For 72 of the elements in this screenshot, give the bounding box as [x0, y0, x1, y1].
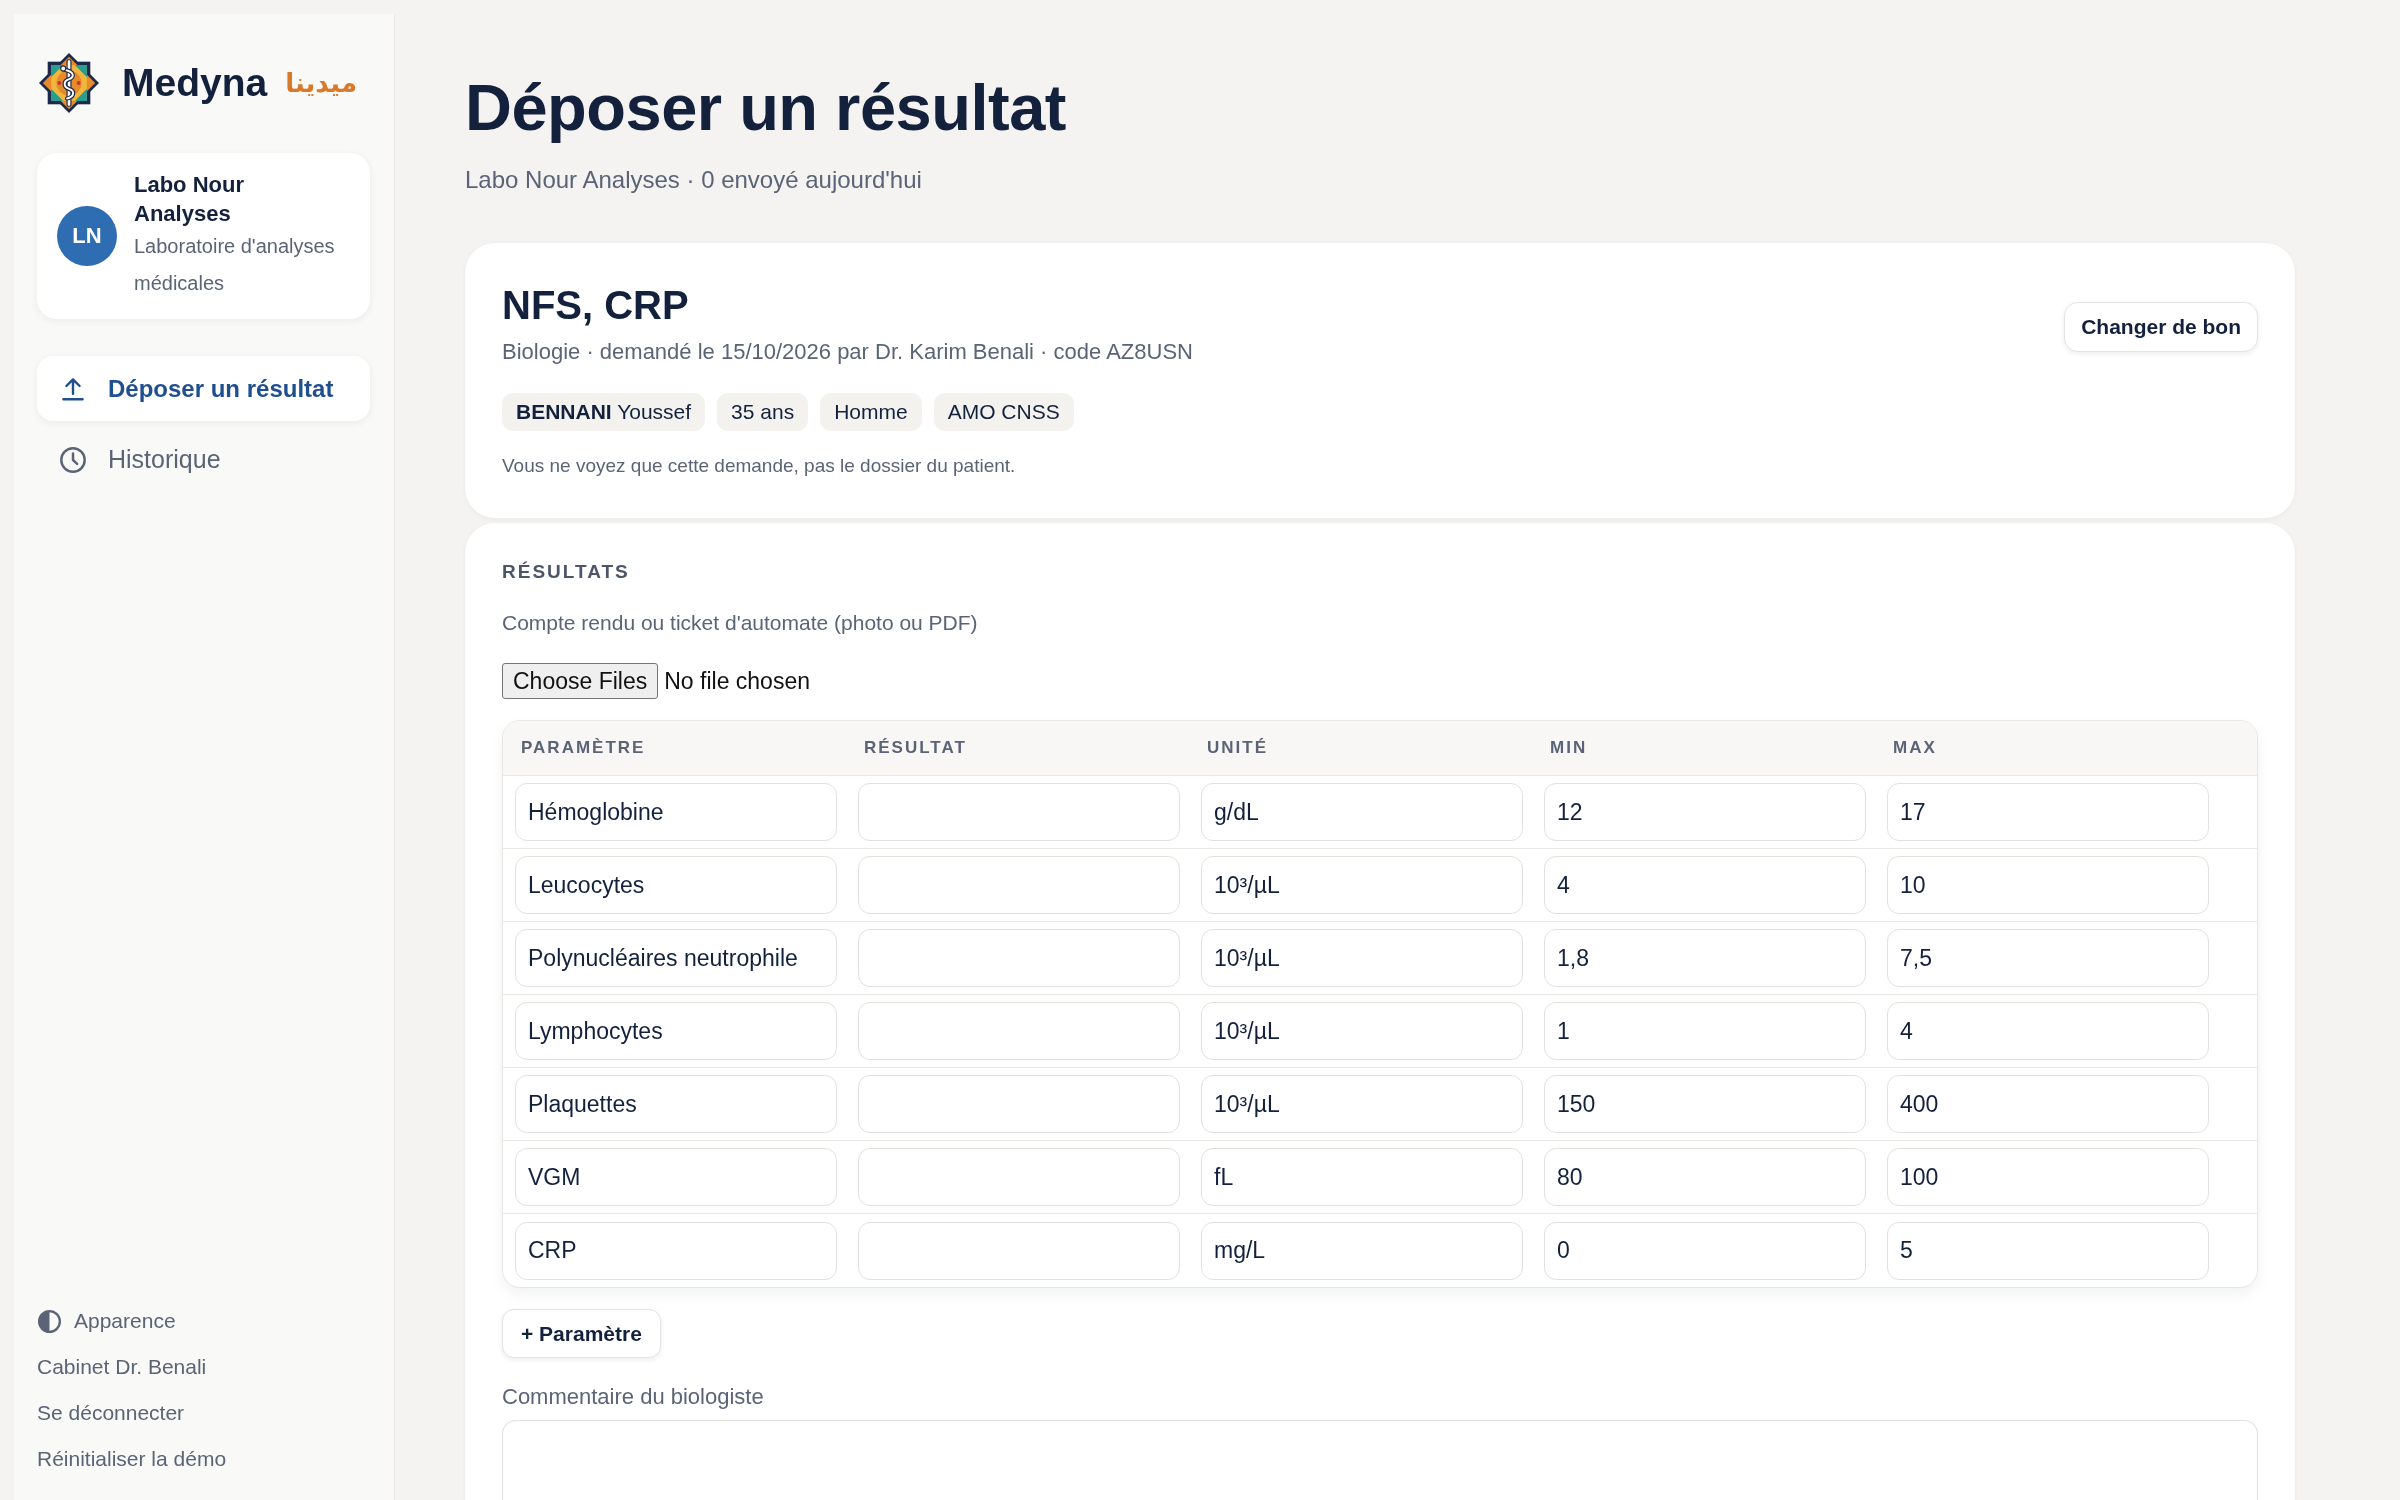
- min-input[interactable]: 12: [1544, 783, 1866, 841]
- max-input[interactable]: 10: [1887, 856, 2209, 914]
- unit-input[interactable]: mg/L: [1201, 1221, 1523, 1280]
- column-header: MAX: [1892, 738, 1937, 758]
- privacy-notice: Vous ne voyez que cette demande, pas le dossier du patient.: [502, 454, 1017, 478]
- min-input[interactable]: 150: [1544, 1075, 1866, 1133]
- result-input[interactable]: [858, 783, 1180, 841]
- max-input[interactable]: 7,5: [1887, 929, 2209, 987]
- result-input[interactable]: [858, 1075, 1180, 1133]
- nav-item[interactable]: Historique: [37, 427, 370, 492]
- min-input[interactable]: 1: [1544, 1002, 1866, 1060]
- unit-input[interactable]: g/dL: [1201, 783, 1523, 841]
- change-request-button[interactable]: Changer de bon: [2064, 302, 2258, 352]
- result-input[interactable]: [858, 1221, 1180, 1280]
- request-title: NFS, CRP: [502, 282, 690, 329]
- parameter-input[interactable]: Hémoglobine: [515, 783, 837, 841]
- upload-icon: [62, 376, 84, 401]
- column-header: UNITÉ: [1206, 738, 1268, 758]
- add-parameter-button[interactable]: + Paramètre: [502, 1309, 661, 1358]
- avatar: LN: [57, 206, 117, 266]
- column-header: RÉSULTAT: [863, 738, 967, 758]
- parameter-input[interactable]: Lymphocytes: [515, 1002, 837, 1060]
- parameter-input[interactable]: CRP: [515, 1221, 837, 1280]
- min-input[interactable]: 0: [1544, 1221, 1866, 1280]
- logo-icon: [38, 52, 100, 114]
- column-header: PARAMÈTRE: [520, 738, 646, 758]
- unit-input[interactable]: 10³/µL: [1201, 929, 1523, 987]
- comment-field[interactable]: [502, 1420, 2258, 1500]
- unit-input[interactable]: 10³/µL: [1201, 1002, 1523, 1060]
- parameter-input[interactable]: Polynucléaires neutrophile: [515, 929, 837, 987]
- min-input[interactable]: 1,8: [1544, 929, 1866, 987]
- page-title: Déposer un résultat: [465, 70, 1067, 146]
- clock-icon: [60, 446, 86, 473]
- column-header: MIN: [1549, 738, 1588, 758]
- unit-input[interactable]: 10³/µL: [1201, 1075, 1523, 1133]
- comment-label: Commentaire du biologiste: [502, 1384, 764, 1410]
- patient-info-tag: BENNANI Youssef: [502, 393, 706, 431]
- page-subtitle: Labo Nour Analyses · 0 envoyé aujourd'hui: [465, 165, 923, 195]
- max-input[interactable]: 5: [1887, 1221, 2209, 1280]
- choose-files-button[interactable]: Choose Files: [502, 663, 659, 699]
- account-name: Labo Nour Analyses: [134, 171, 245, 228]
- max-input[interactable]: 17: [1887, 783, 2209, 841]
- patient-info-tag: AMO CNSS: [933, 393, 1074, 431]
- max-input[interactable]: 4: [1887, 1002, 2209, 1060]
- max-input[interactable]: 100: [1887, 1148, 2209, 1206]
- parameter-input[interactable]: Plaquettes: [515, 1075, 837, 1133]
- contrast-icon: [38, 1309, 61, 1333]
- brand-name: Medyna: [122, 60, 268, 106]
- result-input[interactable]: [858, 1148, 1180, 1206]
- patient-info-tag: 35 ans: [717, 393, 809, 431]
- parameter-input[interactable]: Leucocytes: [515, 856, 837, 914]
- sidebar-link[interactable]: Réinitialiser la démo: [37, 1436, 227, 1482]
- request-details: Biologie · demandé le 15/10/2026 par Dr. Karim Benali · code AZ8USN: [502, 338, 1193, 366]
- attachment-label: Compte rendu ou ticket d'automate (photo ou PDF): [502, 610, 978, 636]
- account-description: Laboratoire d'analyses médicales: [134, 234, 336, 296]
- sidebar-link[interactable]: Se déconnecter: [37, 1390, 185, 1436]
- appearance-button[interactable]: Apparence: [37, 1298, 176, 1344]
- sidebar-link[interactable]: Cabinet Dr. Benali: [37, 1344, 207, 1390]
- unit-input[interactable]: fL: [1201, 1148, 1523, 1206]
- parameter-input[interactable]: VGM: [515, 1148, 837, 1206]
- nav-item[interactable]: Déposer un résultat: [37, 356, 370, 421]
- max-input[interactable]: 400: [1887, 1075, 2209, 1133]
- min-input[interactable]: 4: [1544, 856, 1866, 914]
- file-status-text: No file chosen: [664, 667, 810, 695]
- result-input[interactable]: [858, 929, 1180, 987]
- result-input[interactable]: [858, 856, 1180, 914]
- section-heading: RÉSULTATS: [502, 561, 630, 583]
- brand-name-arabic: ميدينا: [285, 67, 358, 100]
- min-input[interactable]: 80: [1544, 1148, 1866, 1206]
- unit-input[interactable]: 10³/µL: [1201, 856, 1523, 914]
- patient-info-tag: Homme: [820, 393, 922, 431]
- result-input[interactable]: [858, 1002, 1180, 1060]
